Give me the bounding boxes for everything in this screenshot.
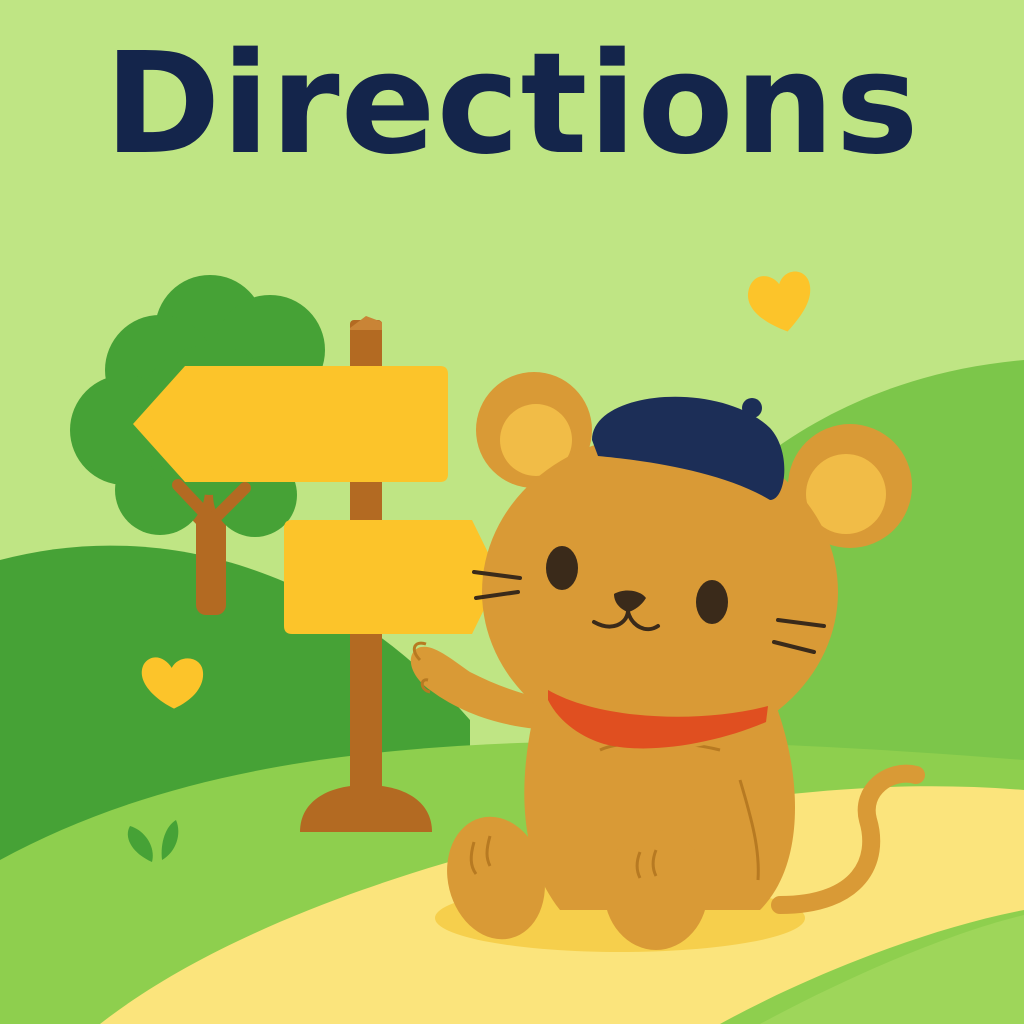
- illustration-canvas: Directions: [0, 0, 1024, 1024]
- sign-arrow-right: [284, 520, 500, 634]
- page-title: Directions: [104, 23, 920, 186]
- sign-arrow-left: [133, 366, 448, 482]
